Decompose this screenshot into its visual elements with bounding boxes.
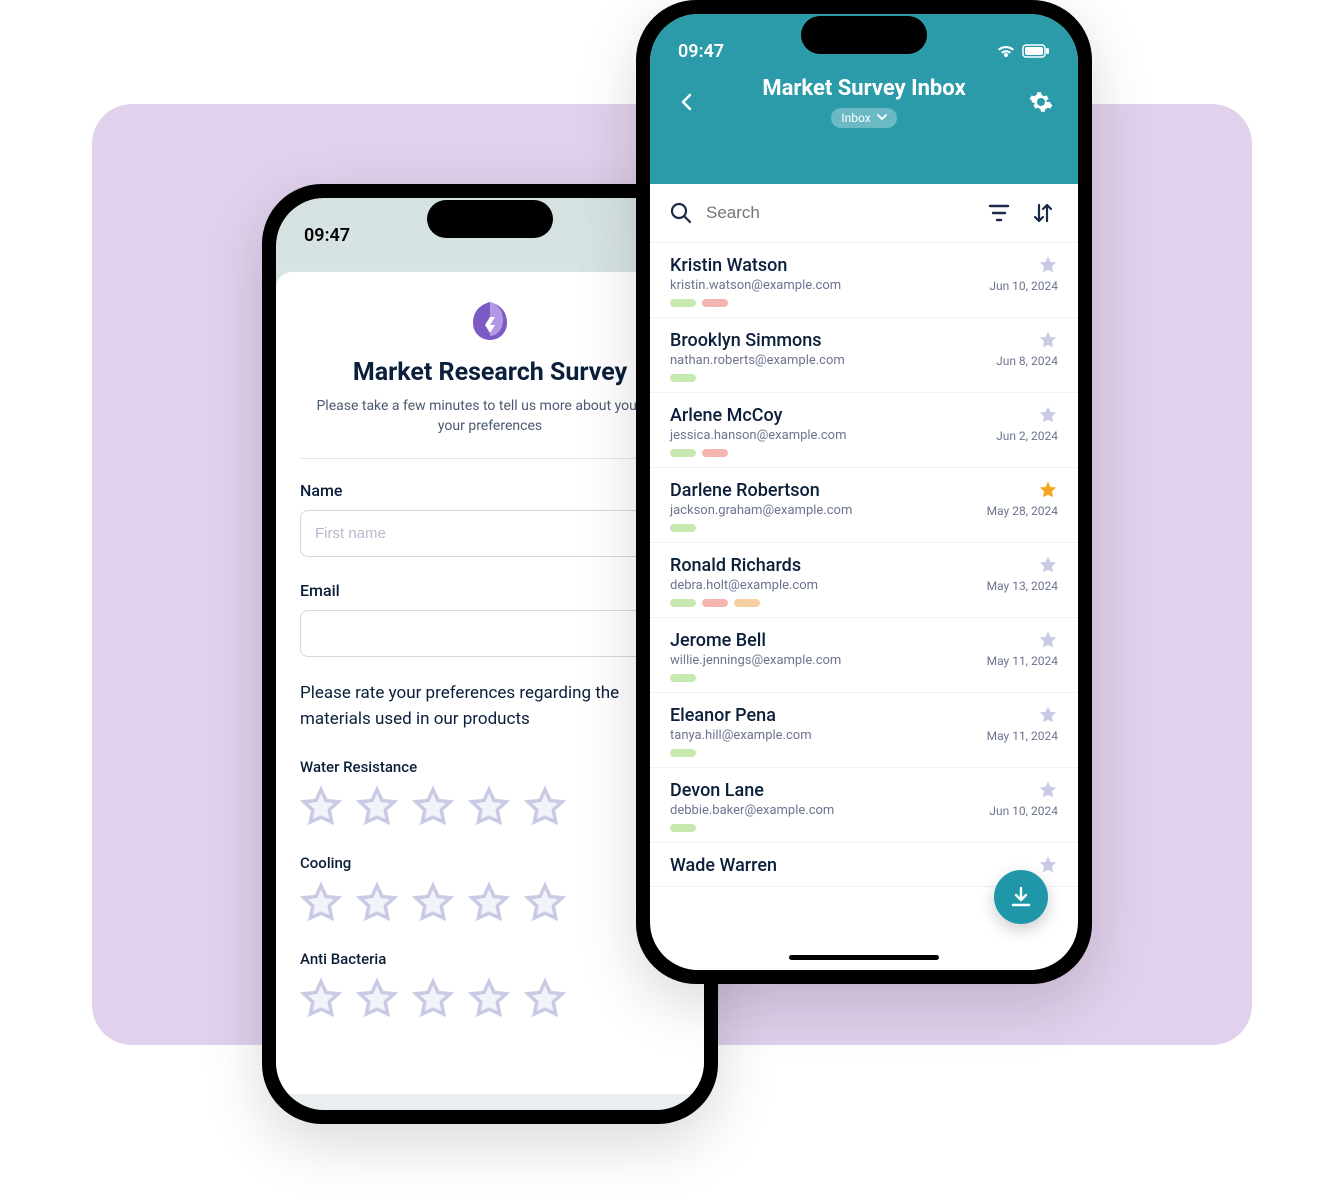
contact-name: Ronald Richards — [670, 555, 818, 576]
status-time: 09:47 — [678, 41, 724, 62]
search-input[interactable] — [706, 203, 970, 223]
inbox-chip[interactable]: Inbox — [831, 108, 896, 128]
tag-green — [670, 599, 696, 607]
name-label: Name — [300, 481, 680, 500]
contact-email: tanya.hill@example.com — [670, 728, 812, 743]
star-icon[interactable] — [1038, 555, 1058, 575]
contact-name: Kristin Watson — [670, 255, 841, 276]
tag-pink — [702, 599, 728, 607]
contact-name: Arlene McCoy — [670, 405, 847, 426]
tag-green — [670, 449, 696, 457]
tag-orange — [734, 599, 760, 607]
tag-green — [670, 524, 696, 532]
rating-stars[interactable] — [300, 978, 680, 1020]
status-time: 09:47 — [304, 225, 350, 246]
tag-green — [670, 374, 696, 382]
contact-name: Darlene Robertson — [670, 480, 852, 501]
contact-name: Devon Lane — [670, 780, 834, 801]
tag-pink — [702, 299, 728, 307]
contact-email: jessica.hanson@example.com — [670, 428, 847, 443]
phone-inbox: 09:47 Market Survey Inbox Inbox — [636, 0, 1092, 984]
first-name-input[interactable] — [300, 510, 680, 557]
contact-email: jackson.graham@example.com — [670, 503, 852, 518]
inbox-row[interactable]: Jerome Bell willie.jennings@example.com Ma… — [650, 618, 1078, 693]
inbox-row[interactable]: Arlene McCoy jessica.hanson@example.com Ju… — [650, 393, 1078, 468]
download-fab[interactable] — [994, 870, 1048, 924]
row-date: Jun 10, 2024 — [989, 279, 1058, 293]
star-icon[interactable] — [1038, 255, 1058, 275]
email-label: Email — [300, 581, 680, 600]
app-logo — [300, 298, 680, 344]
survey-question: Please rate your preferences regarding t… — [300, 681, 680, 732]
star-icon[interactable] — [1038, 705, 1058, 725]
gear-icon — [1029, 90, 1053, 114]
rating-label: Water Resistance — [300, 758, 680, 776]
row-date: May 11, 2024 — [987, 729, 1058, 743]
chevron-left-icon — [677, 92, 697, 112]
contact-email: debbie.baker@example.com — [670, 803, 834, 818]
rating-label: Cooling — [300, 854, 680, 872]
contact-email: willie.jennings@example.com — [670, 653, 841, 668]
star-icon[interactable] — [1038, 855, 1058, 875]
page-title: Market Survey Inbox — [702, 76, 1026, 101]
survey-subtitle: Please take a few minutes to tell us mor… — [310, 397, 670, 436]
sort-icon — [1031, 201, 1055, 225]
star-icon[interactable] — [1038, 330, 1058, 350]
row-date: Jun 8, 2024 — [996, 354, 1058, 368]
inbox-row[interactable]: Brooklyn Simmons nathan.roberts@example.c… — [650, 318, 1078, 393]
contact-name: Wade Warren — [670, 855, 777, 876]
row-date: Jun 10, 2024 — [989, 804, 1058, 818]
settings-button[interactable] — [1026, 87, 1056, 117]
home-indicator — [789, 955, 939, 960]
rating-label: Anti Bacteria — [300, 950, 680, 968]
chevron-down-icon — [877, 114, 887, 122]
email-input[interactable] — [300, 610, 680, 657]
rating-stars[interactable] — [300, 882, 680, 924]
search-icon — [670, 202, 692, 224]
sort-button[interactable] — [1028, 198, 1058, 228]
contact-email: nathan.roberts@example.com — [670, 353, 845, 368]
star-icon[interactable] — [1038, 780, 1058, 800]
tag-green — [670, 824, 696, 832]
contact-email: kristin.watson@example.com — [670, 278, 841, 293]
row-date: Jun 2, 2024 — [996, 429, 1058, 443]
tag-green — [670, 299, 696, 307]
rating-stars[interactable] — [300, 786, 680, 828]
inbox-row[interactable]: Eleanor Pena tanya.hill@example.com May 11… — [650, 693, 1078, 768]
tag-green — [670, 749, 696, 757]
inbox-row[interactable]: Darlene Robertson jackson.graham@example.… — [650, 468, 1078, 543]
filter-icon — [987, 201, 1011, 225]
status-icons — [996, 43, 1050, 59]
contact-name: Eleanor Pena — [670, 705, 812, 726]
wifi-icon — [996, 43, 1016, 59]
tag-green — [670, 674, 696, 682]
star-icon[interactable] — [1038, 480, 1058, 500]
filter-button[interactable] — [984, 198, 1014, 228]
survey-title: Market Research Survey — [300, 358, 680, 387]
row-date: May 13, 2024 — [987, 579, 1058, 593]
back-button[interactable] — [672, 87, 702, 117]
star-icon[interactable] — [1038, 630, 1058, 650]
row-date: May 28, 2024 — [987, 504, 1058, 518]
download-icon — [1009, 885, 1033, 909]
inbox-chip-label: Inbox — [841, 111, 870, 125]
inbox-row[interactable]: Ronald Richards debra.holt@example.com May… — [650, 543, 1078, 618]
notch — [427, 200, 553, 238]
row-date: May 11, 2024 — [987, 654, 1058, 668]
inbox-row[interactable]: Kristin Watson kristin.watson@example.com… — [650, 243, 1078, 318]
tag-pink — [702, 449, 728, 457]
star-icon[interactable] — [1038, 405, 1058, 425]
battery-icon — [1022, 44, 1050, 58]
inbox-row[interactable]: Devon Lane debbie.baker@example.com Jun 10… — [650, 768, 1078, 843]
divider — [300, 458, 680, 459]
notch — [801, 16, 927, 54]
contact-name: Brooklyn Simmons — [670, 330, 845, 351]
contact-email: debra.holt@example.com — [670, 578, 818, 593]
contact-name: Jerome Bell — [670, 630, 841, 651]
